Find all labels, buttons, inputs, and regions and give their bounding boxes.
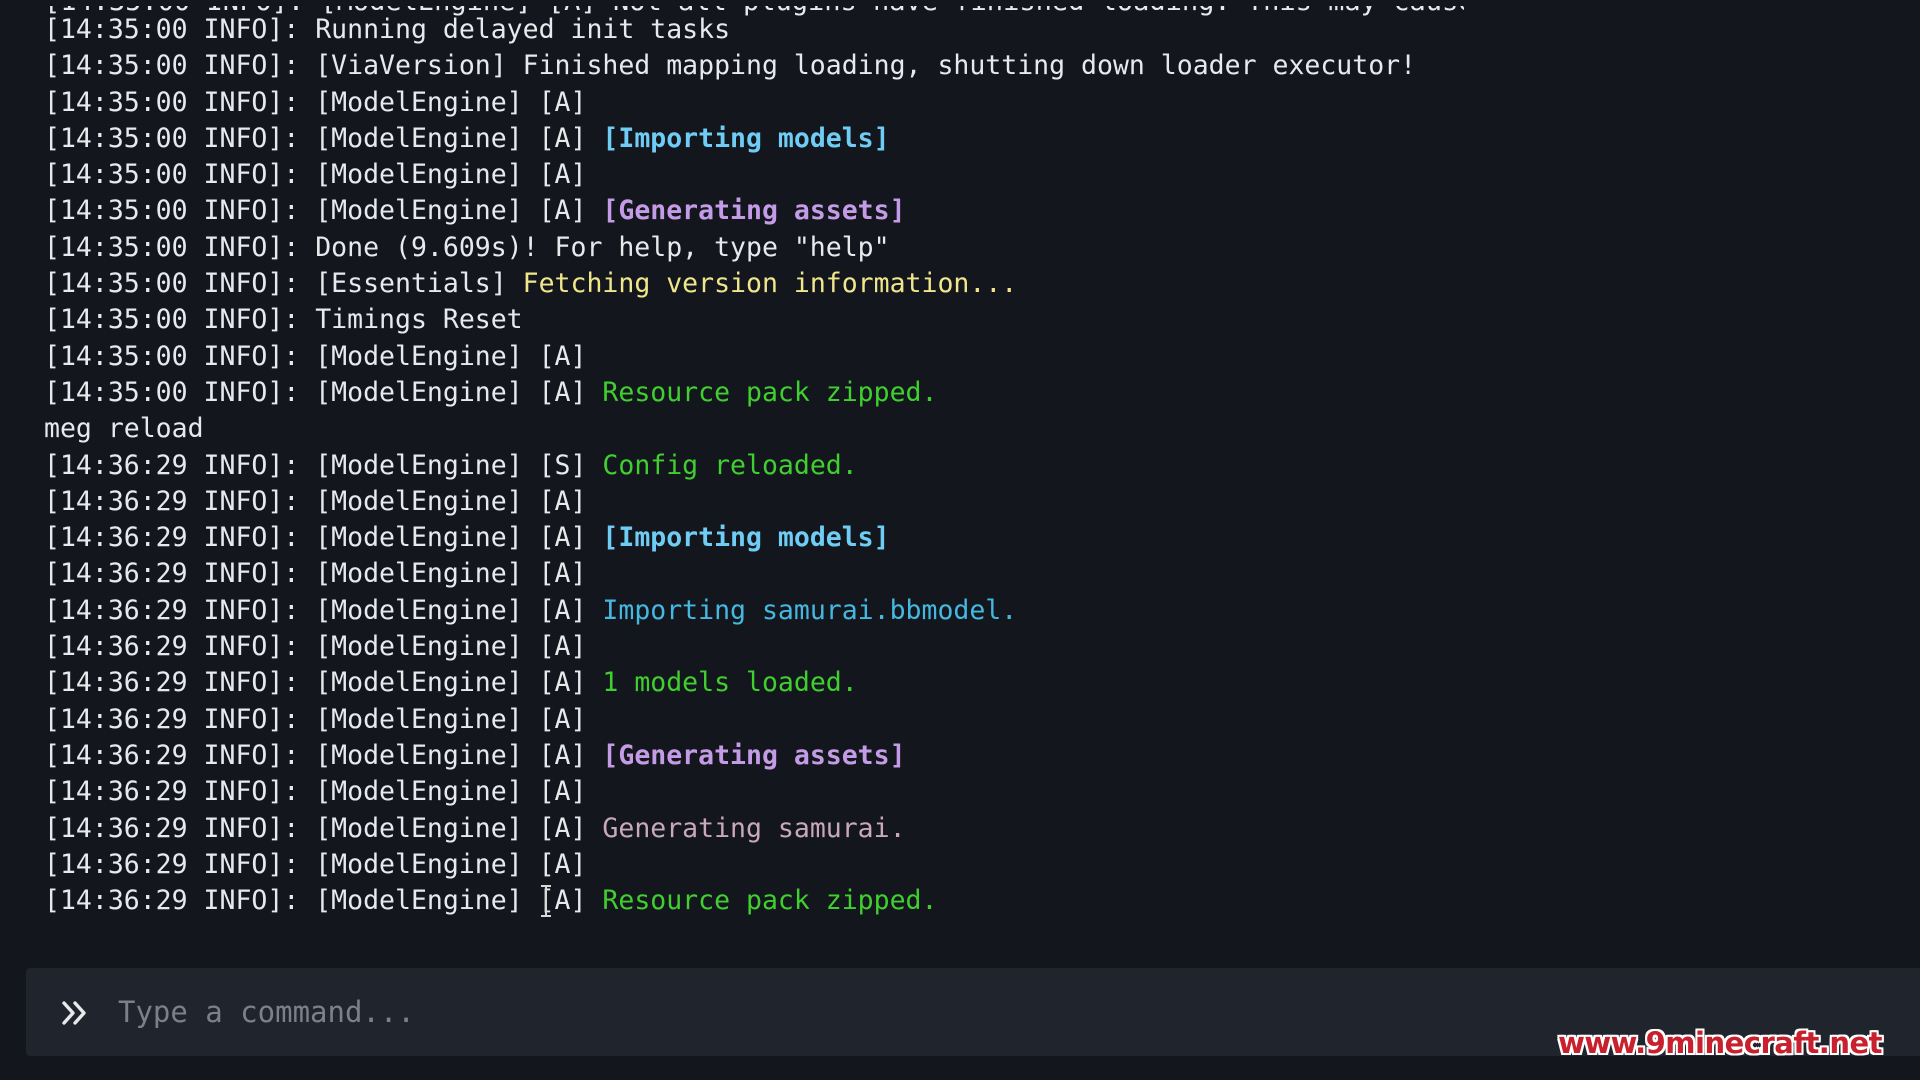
console-line: [14:35:00 INFO]: [ModelEngine] [A] Resou… [44, 375, 1894, 411]
console-line-segment: Fetching version information... [522, 268, 1018, 300]
console-line-segment: [14:36:29 INFO]: [ModelEngine] [A] [44, 667, 603, 699]
console-line-segment: [14:36:29 INFO]: [ModelEngine] [A] [44, 739, 603, 771]
console-line-segment: [14:35:00 INFO]: [ModelEngine] [A] [44, 340, 587, 372]
console-line-segment: Resource pack zipped. [602, 376, 938, 408]
console-line-segment: [14:35:00 INFO]: [ModelEngine] [A] [44, 195, 603, 227]
console-line-segment: [14:36:29 INFO]: [ModelEngine] [A] [44, 522, 603, 554]
console-line: [14:35:00 INFO]: [ModelEngine] [A] [Gene… [44, 193, 1894, 229]
watermark-logo: www.9minecraft.net [1558, 1026, 1882, 1060]
console-line-segment: [14:35:00 INFO]: [ViaVersion] Finished m… [44, 50, 1417, 82]
console-line: [14:36:29 INFO]: [ModelEngine] [A] [44, 847, 1894, 883]
console-line: [14:36:29 INFO]: [ModelEngine] [A] Resou… [44, 883, 1894, 916]
console-line-segment: [14:36:29 INFO]: [ModelEngine] [A] [44, 812, 603, 844]
console-lines: [14:35:00 INFO]: Running delayed init ta… [44, 12, 1894, 916]
console-line: [14:36:29 INFO]: [ModelEngine] [A] Gener… [44, 811, 1894, 847]
console-line-segment: 1 models loaded. [602, 667, 858, 699]
console-line-segment: Config reloaded. [602, 449, 858, 481]
console-line-segment: [14:35:00 INFO]: [Essentials] [44, 268, 523, 300]
console-line-segment: [Generating assets] [602, 195, 906, 227]
console-line-segment: [14:35:00 INFO]: [ModelEngine] [A] [44, 122, 603, 154]
console-line: [14:36:29 INFO]: [ModelEngine] [A] [44, 556, 1894, 592]
console-line-segment: [14:36:29 INFO]: [ModelEngine] [S] [44, 449, 603, 481]
console-line-segment: [14:35:00 INFO]: Running delayed init ta… [44, 14, 731, 45]
console-log[interactable]: [14:35:00 INFO]: [ModelEngine] [A] Not a… [44, 6, 1894, 916]
console-line: [14:35:00 INFO]: [ModelEngine] [A] [Impo… [44, 121, 1894, 157]
console-line: [14:35:00 INFO]: Running delayed init ta… [44, 12, 1894, 48]
console-line-segment: [14:36:29 INFO]: [ModelEngine] [A] [44, 485, 587, 517]
console-line: [14:35:00 INFO]: [Essentials] Fetching v… [44, 266, 1894, 302]
console-line: [14:36:29 INFO]: [ModelEngine] [A] [44, 484, 1894, 520]
console-line-segment: [14:36:29 INFO]: [ModelEngine] [A] [44, 848, 587, 880]
console-line: [14:35:00 INFO]: [ModelEngine] [A] [44, 85, 1894, 121]
console-line: [14:36:29 INFO]: [ModelEngine] [A] [44, 629, 1894, 665]
console-line-segment: [14:35:00 INFO]: [ModelEngine] [A] [44, 159, 587, 191]
console-line-segment: [Importing models] [602, 122, 890, 154]
console-line-segment: [14:35:00 INFO]: [ModelEngine] [A] [44, 376, 603, 408]
console-line: [14:36:29 INFO]: [ModelEngine] [A] 1 mod… [44, 665, 1894, 701]
console-line-segment: [14:36:29 INFO]: [ModelEngine] [A] [44, 631, 587, 663]
console-line-segment: [14:36:29 INFO]: [ModelEngine] [A] [44, 776, 587, 808]
text-cursor-icon [541, 885, 551, 917]
double-chevron-right-icon [62, 1001, 86, 1025]
server-console: [14:35:00 INFO]: [ModelEngine] [A] Not a… [0, 0, 1920, 1080]
console-line-segment: Resource pack zipped. [602, 885, 938, 916]
console-line-segment: Generating samurai. [602, 812, 906, 844]
console-line: [14:36:29 INFO]: [ModelEngine] [A] [44, 774, 1894, 810]
console-line-segment: [14:36:29 INFO]: [ModelEngine] [A] [44, 885, 603, 916]
console-line: [14:36:29 INFO]: [ModelEngine] [A] Impor… [44, 593, 1894, 629]
console-line-segment: [Importing models] [602, 522, 890, 554]
console-line: meg reload [44, 411, 1894, 447]
console-line-segment: [14:35:00 INFO]: Done (9.609s)! For help… [44, 231, 890, 263]
console-line-segment: Importing samurai.bbmodel. [602, 594, 1018, 626]
console-line: [14:35:00 INFO]: Timings Reset [44, 302, 1894, 338]
console-line: [14:36:29 INFO]: [ModelEngine] [S] Confi… [44, 448, 1894, 484]
console-line: [14:35:00 INFO]: [ModelEngine] [A] [44, 339, 1894, 375]
console-line: [14:36:29 INFO]: [ModelEngine] [A] [44, 702, 1894, 738]
console-line: [14:35:00 INFO]: [ViaVersion] Finished m… [44, 48, 1894, 84]
console-line-segment: [14:36:29 INFO]: [ModelEngine] [A] [44, 703, 587, 735]
console-line-segment: [Generating assets] [602, 739, 906, 771]
console-line: [14:35:00 INFO]: [ModelEngine] [A] [44, 157, 1894, 193]
console-line-segment: [14:36:29 INFO]: [ModelEngine] [A] [44, 594, 603, 626]
console-line: [14:36:29 INFO]: [ModelEngine] [A] [Gene… [44, 738, 1894, 774]
console-line-segment: meg reload [44, 413, 204, 445]
console-line: [14:35:00 INFO]: Done (9.609s)! For help… [44, 230, 1894, 266]
command-input[interactable] [118, 984, 1718, 1040]
console-line-segment: [14:35:00 INFO]: Timings Reset [44, 304, 523, 336]
console-line: [14:36:29 INFO]: [ModelEngine] [A] [Impo… [44, 520, 1894, 556]
console-line-segment: [14:35:00 INFO]: [ModelEngine] [A] [44, 86, 587, 118]
console-line-segment: [14:36:29 INFO]: [ModelEngine] [A] [44, 558, 587, 590]
